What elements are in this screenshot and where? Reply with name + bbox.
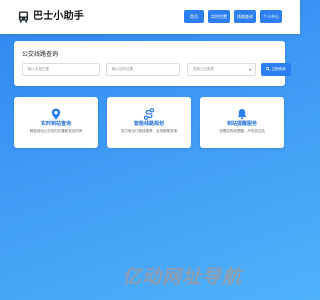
bell-icon (237, 109, 247, 120)
bus-type-select[interactable]: 选择公交类型 ▾ (187, 63, 256, 76)
feature-card-route-planning[interactable]: 智能线路规划 多方案出行路线推荐，支持换乘查询 (107, 97, 191, 148)
feature-card-arrival-reminder[interactable]: 到站提醒服务 设置目的地提醒，不怕坐过站 (200, 97, 284, 148)
route-icon (143, 108, 155, 120)
top-navbar: 巴士小助手 首页 实时位置 线路查询 个人中心 (0, 0, 300, 34)
feature-title: 智能线路规划 (133, 121, 164, 127)
watermark-text: 亿动网址导航 (122, 266, 243, 288)
feature-title: 实时到站查询 (40, 121, 71, 127)
feature-description: 设置目的地提醒，不怕坐过站 (219, 129, 265, 133)
bus-type-value: 选择公交类型 (193, 67, 214, 71)
route-search-card: 公交线路查询 输入出发位置 输入目的位置 选择公交类型 ▾ 立即查询 (14, 41, 291, 86)
search-button[interactable]: 立即查询 (261, 63, 291, 76)
nav-home-button[interactable]: 首页 (184, 10, 204, 23)
nav-menu: 首页 实时位置 线路查询 个人中心 (184, 10, 282, 23)
chevron-down-icon: ▾ (248, 67, 251, 72)
feature-title: 到站提醒服务 (226, 121, 257, 127)
app-title: 巴士小助手 (33, 11, 84, 22)
search-button-label: 立即查询 (271, 67, 286, 71)
nav-profile-button[interactable]: 个人中心 (260, 10, 282, 23)
bus-icon (18, 11, 29, 23)
nav-route-query-button[interactable]: 线路查询 (234, 10, 256, 23)
search-icon (266, 67, 271, 71)
feature-description: 精准到站公交实时位置和到站时间 (29, 129, 83, 133)
feature-description: 多方案出行路线推荐，支持换乘查询 (121, 129, 177, 133)
location-pin-icon (51, 108, 61, 120)
search-card-title: 公交线路查询 (22, 51, 59, 58)
nav-realtime-button[interactable]: 实时位置 (208, 10, 230, 23)
departure-input[interactable]: 输入出发位置 (22, 63, 100, 76)
app-logo[interactable]: 巴士小助手 (18, 11, 84, 23)
destination-input[interactable]: 输入目的位置 (106, 63, 180, 76)
feature-card-realtime[interactable]: 实时到站查询 精准到站公交实时位置和到站时间 (14, 97, 98, 148)
